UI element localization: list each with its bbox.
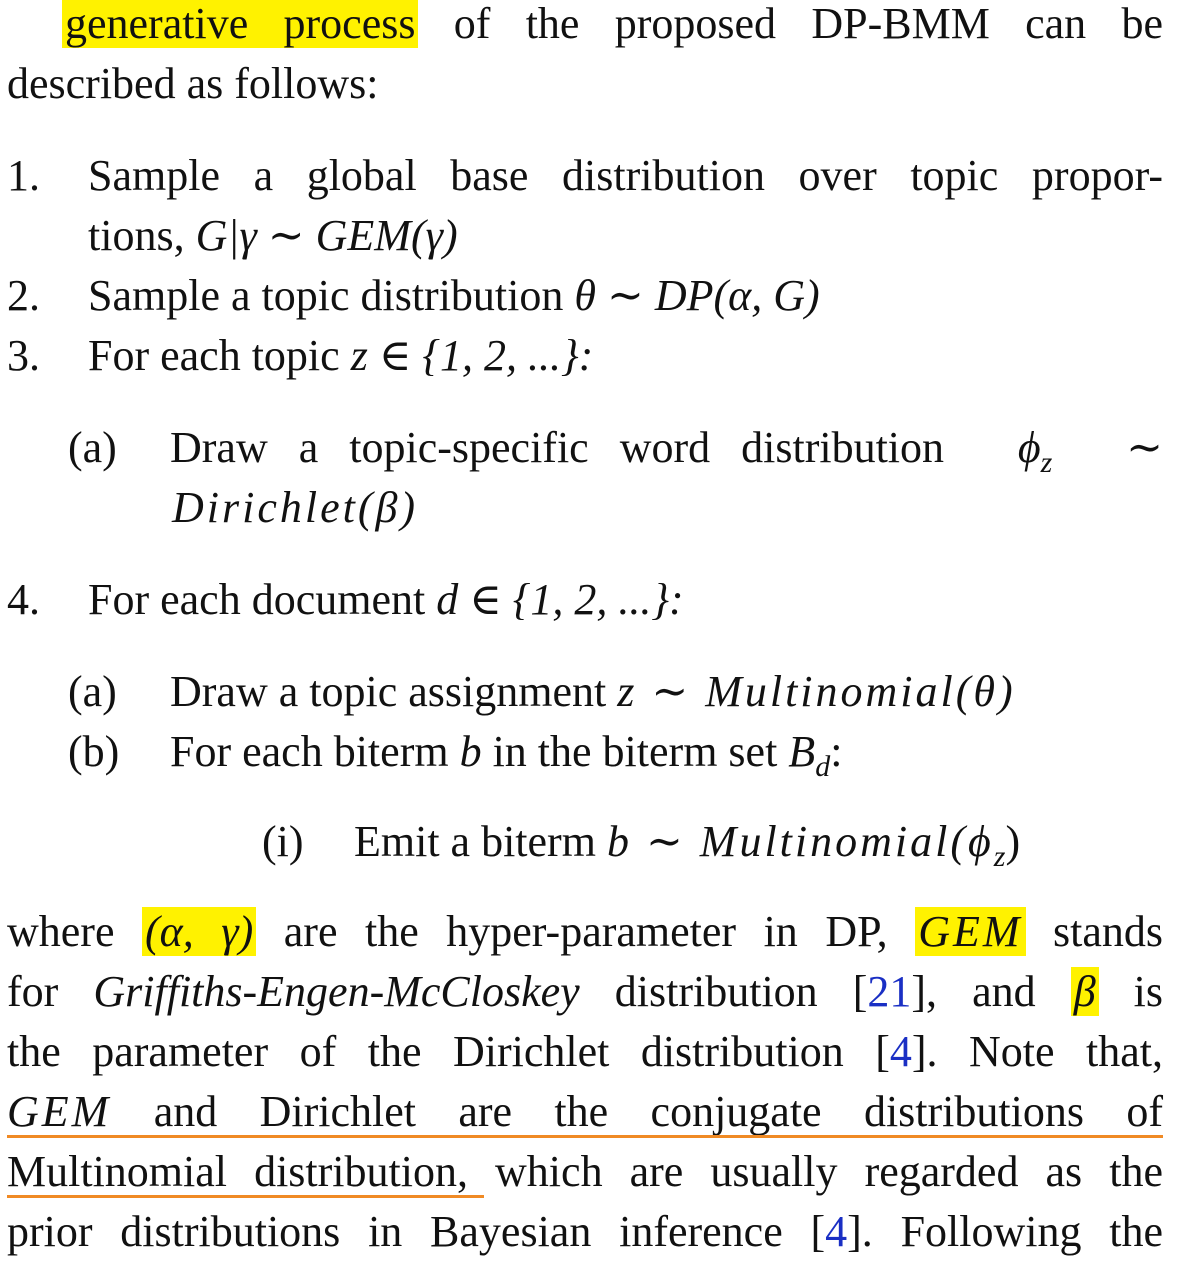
math-dirichlet-beta: Dirichlet(β) [172, 483, 419, 532]
paper-page: generative process of the proposed DP-BM… [0, 0, 1180, 1272]
step-4bi-line: Emit a biterm b ∼ Multinomial(ϕz) [354, 817, 1021, 873]
math-phi-z: ϕz [1017, 423, 1053, 479]
math-gem-gamma: G|γ ∼ GEM(γ) [195, 211, 458, 260]
para-line-3: the parameter of the Dirichlet distribut… [7, 1027, 1163, 1076]
step-4a-label: (a) [68, 667, 117, 716]
step-2-line: Sample a topic distribution θ ∼ DP(α, G) [88, 271, 820, 320]
math-biterm-set: Bd [788, 727, 831, 783]
intro-line-1: generative process of the proposed DP-BM… [62, 0, 1163, 54]
para-line-1: where (α, γ) are the hyper-parameter in … [7, 907, 1164, 956]
step-1-number: 1. [7, 151, 40, 200]
para-line-4: GEM and Dirichlet are the conjugate dist… [7, 1087, 1164, 1136]
step-4-line: For each document d ∈ {1, 2, ...}: [88, 575, 684, 624]
step-4b-line: For each biterm b in the biterm set Bd: [170, 727, 843, 783]
math-theta-dp: θ ∼ DP(α, G) [574, 271, 820, 320]
step-2-number: 2. [7, 271, 40, 320]
math-emit-biterm: b ∼ Multinomial(ϕz) [606, 817, 1021, 873]
math-gem: GEM [7, 1087, 112, 1136]
math-topic-set: z ∈ {1, 2, ...}: [350, 331, 594, 380]
highlight-generative-process: generative process [62, 0, 419, 48]
citation-link-4[interactable]: 4 [890, 1027, 912, 1076]
step-3a-label: (a) [68, 423, 117, 472]
math-tilde: ∼ [1126, 423, 1163, 472]
underline-annotation-line-1 [7, 1135, 1163, 1138]
step-1-line-1: Sample a global base distribution over t… [88, 151, 1163, 200]
intro-line-2: described as follows: [7, 59, 379, 108]
griffiths-engen-mccloskey: Griffiths-Engen-McCloskey [93, 967, 580, 1016]
step-4bi-label: (i) [262, 817, 304, 866]
step-3a-line-1: Draw a topic-specific word distribution … [170, 418, 1163, 479]
para-line-2: for Griffiths-Engen-McCloskey distributi… [7, 967, 1164, 1016]
step-4-number: 4. [7, 575, 40, 624]
step-1-line-2: tions, G|γ ∼ GEM(γ) [88, 211, 458, 260]
math-document-set: d ∈ {1, 2, ...}: [436, 575, 684, 624]
para-line-6: prior distributions in Bayesian inferenc… [7, 1207, 1164, 1256]
underlined-multinomial-distribution: Multinomial distribution [7, 1147, 457, 1196]
step-4a-line: Draw a topic assignment z ∼ Multinomial(… [170, 667, 1016, 716]
step-4b-label: (b) [68, 727, 120, 776]
step-3-line: For each topic z ∈ {1, 2, ...}: [88, 331, 594, 380]
highlight-beta: β [1070, 967, 1099, 1016]
para-line-5: Multinomial distribution, which are usua… [7, 1147, 1163, 1196]
highlight-gem: GEM [915, 907, 1026, 956]
citation-link-21[interactable]: 21 [867, 967, 911, 1016]
step-3-number: 3. [7, 331, 40, 380]
underline-annotation-line-2 [7, 1195, 484, 1198]
citation-link-4b[interactable]: 4 [825, 1207, 847, 1256]
math-z-multinomial: z ∼ Multinomial(θ) [617, 667, 1016, 716]
highlight-alpha-gamma: (α, γ) [142, 907, 257, 956]
